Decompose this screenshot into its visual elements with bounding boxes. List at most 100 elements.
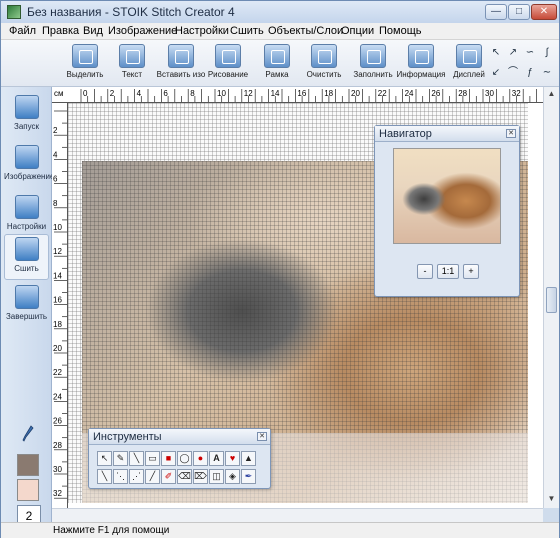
finish-icon xyxy=(14,285,39,309)
menu-objects-layers[interactable]: Объекты/Слои xyxy=(268,25,343,37)
menu-file[interactable]: Файл xyxy=(9,25,36,37)
status-bar: Нажмите F1 для помощи xyxy=(1,522,559,538)
sidebar-item-label: Изображение xyxy=(4,172,55,181)
menu-settings[interactable]: Настройки xyxy=(175,25,229,37)
ruler-label: 30 xyxy=(485,89,494,98)
minimize-button[interactable]: — xyxy=(485,4,507,20)
eyedropper-icon[interactable] xyxy=(22,425,34,443)
ruler-label: 12 xyxy=(244,89,253,98)
diagonal-stitch-tool-icon[interactable]: ╱ xyxy=(145,469,160,484)
filled-rectangle-tool-icon[interactable]: ■ xyxy=(161,451,176,466)
ruler-label: 28 xyxy=(458,89,467,98)
menu-help[interactable]: Помощь xyxy=(379,25,422,37)
stitch-small-icon-8[interactable]: ∼ xyxy=(540,66,554,80)
navigator-title: Навигатор xyxy=(379,128,432,140)
scroll-thumb[interactable] xyxy=(546,287,557,313)
ruler-label: 0 xyxy=(83,89,88,98)
zoom-reset-button[interactable]: 1:1 xyxy=(437,264,459,279)
line-tool-icon[interactable]: ╲ xyxy=(129,451,144,466)
ruler-label: 14 xyxy=(271,89,280,98)
window-title: Без названия - STOIK Stitch Creator 4 xyxy=(27,5,235,19)
horizontal-scrollbar[interactable] xyxy=(52,508,543,522)
ruler-label: 26 xyxy=(53,417,62,426)
stitch-small-icon-5[interactable]: ↙ xyxy=(489,66,503,80)
sidebar-item-finish[interactable]: Завершить xyxy=(4,283,49,329)
scroll-down-icon[interactable]: ▼ xyxy=(546,494,557,506)
ruler-label: 28 xyxy=(53,441,62,450)
text-label: Текст xyxy=(121,70,143,79)
pencil-tool-icon[interactable]: ✎ xyxy=(113,451,128,466)
tools-title: Инструменты xyxy=(93,431,162,443)
ruler-label: 8 xyxy=(190,89,195,98)
stitch-small-icon-4[interactable]: ∫ xyxy=(540,46,554,60)
select-icon xyxy=(72,44,98,68)
menu-options[interactable]: Опции xyxy=(341,25,374,37)
ruler-label: 30 xyxy=(53,465,62,474)
status-text: Нажмите F1 для помощи xyxy=(53,525,170,536)
text-button[interactable]: Текст xyxy=(104,42,160,85)
eraser-line-tool-icon[interactable]: ⌦ xyxy=(193,469,208,484)
backstitch-tool-icon[interactable]: ╲ xyxy=(97,469,112,484)
quarter-stitch-tool-icon[interactable]: ⋱ xyxy=(113,469,128,484)
ellipse-tool-icon[interactable]: ◯ xyxy=(177,451,192,466)
navigator-panel: Навигатор ✕ - 1:1 + xyxy=(374,125,520,297)
tools-panel: Инструменты ✕ ↖ ✎ ╲ ▭ ■ ◯ ● A ♥ ▲ ╲ ⋱ ⋰ … xyxy=(88,428,271,489)
tools-title-bar[interactable]: Инструменты ✕ xyxy=(89,429,270,445)
stitch-small-icon-2[interactable]: ↗ xyxy=(506,46,520,60)
vertical-scrollbar[interactable]: ▲ ▼ xyxy=(543,87,559,508)
clear-button[interactable]: Очистить xyxy=(296,42,352,85)
eraser-area-tool-icon[interactable]: ◫ xyxy=(209,469,224,484)
text-tool-icon[interactable]: A xyxy=(209,451,224,466)
ruler-label: 12 xyxy=(53,247,62,256)
color-picker-tool-icon[interactable]: ◈ xyxy=(225,469,240,484)
menu-edit[interactable]: Правка xyxy=(42,25,79,37)
brush-tool-icon[interactable]: ✒ xyxy=(241,469,256,484)
sidebar-item-label: Настройки xyxy=(6,222,47,231)
menu-image[interactable]: Изображение xyxy=(108,25,177,37)
app-logo-icon xyxy=(7,5,21,19)
ruler-label: 20 xyxy=(351,89,360,98)
info-icon xyxy=(408,44,434,68)
pointer-tool-icon[interactable]: ↖ xyxy=(97,451,112,466)
sidebar-item-settings[interactable]: Настройки xyxy=(4,193,49,239)
ruler-label: 14 xyxy=(53,271,62,280)
close-icon[interactable]: ✕ xyxy=(506,129,516,138)
colored-pencil-tool-icon[interactable]: ✐ xyxy=(161,469,176,484)
ruler-label: 24 xyxy=(405,89,414,98)
clear-label: Очистить xyxy=(306,70,342,79)
top-ruler: см 0 2 4 6 8 10 12 14 16 18 20 22 24 26 28 30 32 xyxy=(52,87,543,103)
fill-icon xyxy=(360,44,386,68)
stitch-small-icon-3[interactable]: ∽ xyxy=(523,46,537,60)
close-button[interactable]: ✕ xyxy=(531,4,557,20)
sidebar-item-label: Сшить xyxy=(14,264,39,273)
sidebar-item-image[interactable]: Изображение xyxy=(4,143,55,189)
rectangle-tool-icon[interactable]: ▭ xyxy=(145,451,160,466)
navigator-title-bar[interactable]: Навигатор ✕ xyxy=(375,126,519,142)
ruler-label: 18 xyxy=(53,320,62,329)
ruler-label: 16 xyxy=(53,296,62,305)
ruler-label: 4 xyxy=(137,89,142,98)
fill-bucket-tool-icon[interactable]: ▲ xyxy=(241,451,256,466)
navigator-thumbnail[interactable] xyxy=(393,148,501,244)
zoom-in-button[interactable]: + xyxy=(463,264,479,279)
heart-tool-icon[interactable]: ♥ xyxy=(225,451,240,466)
stitch-small-icon-1[interactable]: ↖ xyxy=(489,46,503,60)
close-icon[interactable]: ✕ xyxy=(257,432,267,441)
scroll-up-icon[interactable]: ▲ xyxy=(546,89,557,101)
menu-stitch[interactable]: Сшить xyxy=(230,25,264,37)
menu-bar: Файл Правка Вид Изображение Настройки Сш… xyxy=(1,23,559,40)
foreground-color-swatch[interactable] xyxy=(17,454,39,476)
stitch-small-icon-6[interactable]: ⌒ xyxy=(506,66,520,80)
draw-button[interactable]: Рисование xyxy=(200,42,256,85)
maximize-button[interactable]: □ xyxy=(508,4,530,20)
filled-ellipse-tool-icon[interactable]: ● xyxy=(193,451,208,466)
sidebar-item-start[interactable]: Запуск xyxy=(4,93,49,139)
stitch-small-icon-7[interactable]: ƒ xyxy=(523,66,537,80)
eraser-tool-icon[interactable]: ⌫ xyxy=(177,469,192,484)
sidebar-item-stitch[interactable]: Сшить xyxy=(4,234,49,280)
zoom-out-button[interactable]: - xyxy=(417,264,433,279)
menu-view[interactable]: Вид xyxy=(83,25,103,37)
half-stitch-tool-icon[interactable]: ⋰ xyxy=(129,469,144,484)
ruler-label: 6 xyxy=(53,175,58,184)
background-color-swatch[interactable] xyxy=(17,479,39,501)
